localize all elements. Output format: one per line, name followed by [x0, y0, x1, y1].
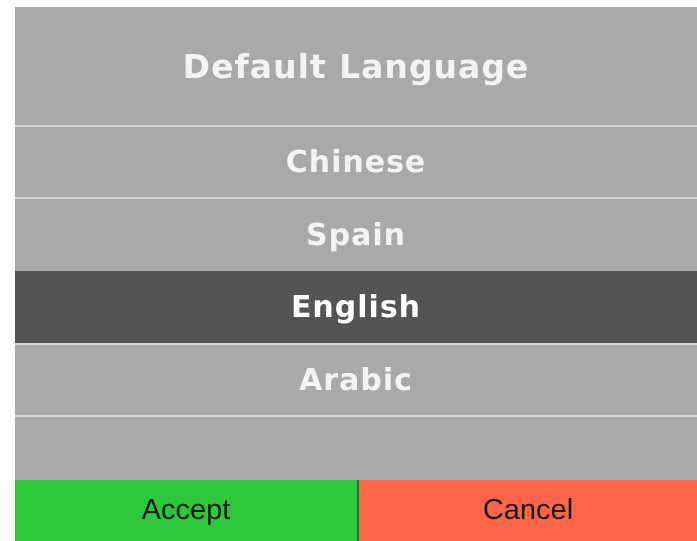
- language-option-empty: [15, 417, 697, 480]
- dialog-footer: Accept Cancel: [15, 480, 697, 541]
- language-dialog: Default Language Chinese Spain English A…: [15, 7, 697, 541]
- language-option-spain[interactable]: Spain: [15, 199, 697, 271]
- language-option-arabic[interactable]: Arabic: [15, 345, 697, 415]
- language-option-english[interactable]: English: [15, 271, 697, 343]
- cancel-button[interactable]: Cancel: [359, 480, 697, 541]
- dialog-title: Default Language: [182, 46, 530, 86]
- accept-button[interactable]: Accept: [15, 480, 359, 541]
- language-option-chinese[interactable]: Chinese: [15, 127, 697, 197]
